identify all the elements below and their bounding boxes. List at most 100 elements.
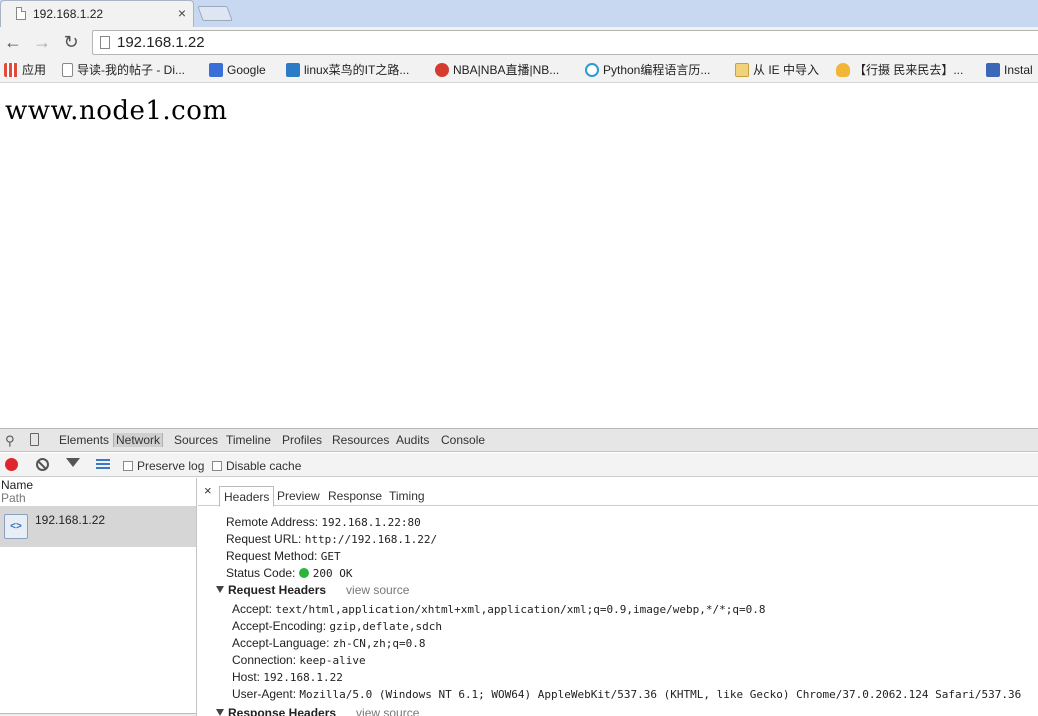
request-list: Name Path <> 192.168.1.22 (0, 478, 197, 716)
header-key: Connection: (232, 653, 297, 667)
header-value: gzip,deflate,sdch (329, 620, 442, 633)
devtools-panel: ⚲ Elements Network Sources Timeline Prof… (0, 428, 1038, 716)
header-key: Request Method: (226, 549, 318, 563)
forward-button[interactable]: → (31, 31, 53, 53)
tab-profiles[interactable]: Profiles (282, 433, 322, 447)
status-code: Status Code: 200 OK (226, 566, 352, 580)
clear-button[interactable] (36, 458, 49, 471)
column-path: Path (1, 491, 26, 505)
new-tab-button[interactable] (197, 6, 233, 21)
apps-grid-icon (4, 63, 18, 77)
tab-timing[interactable]: Timing (389, 489, 425, 503)
page-icon (100, 36, 110, 49)
search-icon[interactable]: ⚲ (5, 433, 15, 449)
tab-network[interactable]: Network (113, 433, 164, 447)
close-icon[interactable]: × (204, 483, 212, 498)
html-file-icon: <> (4, 514, 28, 539)
disable-cache-checkbox[interactable]: Disable cache (212, 459, 301, 473)
list-view-icon[interactable] (96, 459, 110, 470)
tab-strip: 192.168.1.22 × (0, 0, 1038, 27)
tab-console[interactable]: Console (441, 433, 485, 447)
view-source-link[interactable]: view source (356, 706, 419, 716)
request-detail: × Headers Preview Response Timing Remote… (198, 478, 1038, 716)
bookmark-label: NBA|NBA直播|NB... (453, 63, 560, 77)
header-value: GET (320, 550, 341, 563)
bookmark-apps[interactable]: 应用 (4, 62, 46, 78)
request-method: Request Method: GET (226, 549, 341, 563)
bookmark-label: 从 IE 中导入 (753, 63, 820, 77)
tab-title: 192.168.1.22 (33, 7, 104, 21)
bookmark-google[interactable]: Google (209, 62, 266, 78)
tab-preview[interactable]: Preview (277, 489, 320, 503)
column-name[interactable]: Name (1, 478, 33, 492)
header-key: Accept-Encoding: (232, 619, 327, 633)
header-key: Accept-Language: (232, 636, 330, 650)
tab-close-icon[interactable]: × (178, 5, 186, 21)
header-accept-encoding: Accept-Encoding: gzip,deflate,sdch (232, 619, 442, 633)
checkbox-box[interactable] (212, 461, 222, 471)
bookmark-label: Instal (1004, 63, 1033, 77)
request-headers-section[interactable]: Request Headers view source (216, 583, 409, 597)
request-row[interactable]: <> 192.168.1.22 (0, 506, 196, 547)
bookmark-label: linux菜鸟的IT之路... (304, 63, 410, 77)
record-button[interactable] (5, 458, 18, 471)
bookmarks-bar: 应用 导读-我的帖子 - Di... Google linux菜鸟的IT之路..… (0, 57, 1038, 83)
tab-headers[interactable]: Headers (219, 486, 275, 507)
bookmark-label: Python编程语言历... (603, 63, 711, 77)
bookmark-ie-import[interactable]: 从 IE 中导入 (735, 62, 819, 78)
browser-tab[interactable]: 192.168.1.22 × (0, 0, 194, 27)
back-button[interactable]: ← (2, 31, 24, 53)
header-value: 192.168.1.22:80 (321, 516, 421, 529)
bookmark-nba[interactable]: NBA|NBA直播|NB... (435, 62, 559, 78)
address-url[interactable]: 192.168.1.22 (117, 34, 205, 51)
view-source-link[interactable]: view source (346, 583, 409, 597)
reload-button[interactable]: ↻ (60, 31, 82, 53)
header-user-agent: User-Agent: Mozilla/5.0 (Windows NT 6.1;… (232, 687, 1021, 701)
network-toolbar: Preserve log Disable cache (0, 453, 1038, 477)
remote-address: Remote Address: 192.168.1.22:80 (226, 515, 421, 529)
folder-icon (735, 63, 749, 77)
play-icon (585, 63, 599, 77)
header-host: Host: 192.168.1.22 (232, 670, 343, 684)
tab-resources[interactable]: Resources (332, 433, 389, 447)
bookmark-daodu[interactable]: 导读-我的帖子 - Di... (62, 62, 185, 78)
disable-cache-label: Disable cache (226, 459, 302, 473)
tab-timeline[interactable]: Timeline (226, 433, 271, 447)
header-value: Mozilla/5.0 (Windows NT 6.1; WOW64) Appl… (299, 688, 1022, 701)
bookmark-label: 导读-我的帖子 - Di... (77, 63, 185, 77)
header-accept: Accept: text/html,application/xhtml+xml,… (232, 602, 765, 616)
bookmark-xingshe[interactable]: 【行摄 民来民去】... (836, 62, 963, 78)
filter-icon[interactable] (66, 458, 80, 467)
tab-elements[interactable]: Elements (59, 433, 109, 447)
header-value: zh-CN,zh;q=0.8 (332, 637, 426, 650)
bookmark-python[interactable]: Python编程语言历... (585, 62, 710, 78)
response-headers-section[interactable]: Response Headers view source (216, 706, 419, 716)
section-title: Request Headers (228, 583, 327, 597)
tab-audits[interactable]: Audits (396, 433, 429, 447)
google-icon (209, 63, 223, 77)
bookmark-label: 应用 (22, 63, 47, 77)
header-key: Status Code: (226, 566, 296, 580)
header-value: 200 OK (312, 567, 353, 580)
request-url: Request URL: http://192.168.1.22/ (226, 532, 437, 546)
header-value: keep-alive (299, 654, 366, 667)
blog-icon (286, 63, 300, 77)
hand-icon (836, 63, 850, 77)
header-accept-language: Accept-Language: zh-CN,zh;q=0.8 (232, 636, 425, 650)
page-icon (62, 63, 73, 77)
header-key: Request URL: (226, 532, 302, 546)
header-value: 192.168.1.22 (263, 671, 343, 684)
devtools-tabbar: ⚲ Elements Network Sources Timeline Prof… (0, 429, 1038, 452)
tab-response[interactable]: Response (328, 489, 382, 503)
bookmark-install[interactable]: Instal (986, 62, 1033, 78)
request-name: 192.168.1.22 (35, 513, 106, 527)
home-icon (986, 63, 1000, 77)
browser-window: 192.168.1.22 × ← → ↻ 192.168.1.22 应用 导读-… (0, 0, 1038, 716)
device-mode-icon[interactable] (30, 433, 39, 446)
bookmark-linux[interactable]: linux菜鸟的IT之路... (286, 62, 409, 78)
preserve-log-checkbox[interactable]: Preserve log (123, 459, 204, 473)
tab-sources[interactable]: Sources (174, 433, 218, 447)
checkbox-box[interactable] (123, 461, 133, 471)
browser-toolbar: ← → ↻ 192.168.1.22 (0, 27, 1038, 57)
address-bar[interactable]: 192.168.1.22 (92, 30, 1038, 55)
